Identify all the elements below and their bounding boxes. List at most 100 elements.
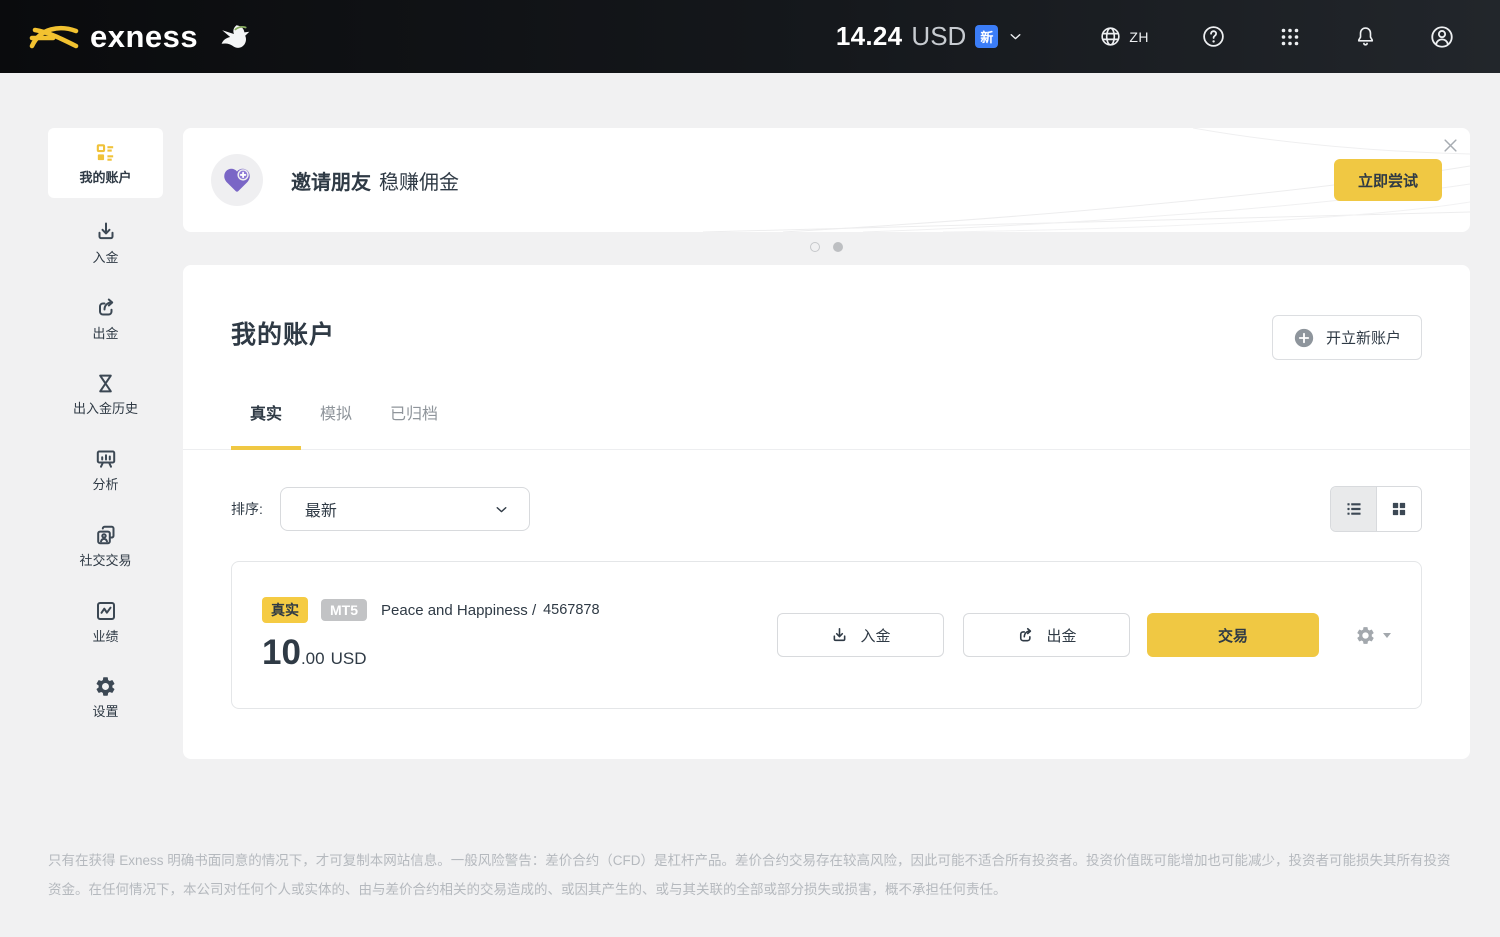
sidebar-item-label: 出金 [92,326,118,341]
withdraw-icon [94,296,118,320]
withdraw-button-label: 出金 [1046,625,1076,646]
help-button[interactable] [1201,24,1226,49]
language-label: ZH [1129,29,1149,45]
heart-plus-icon [220,163,254,197]
chevron-down-icon [1007,28,1024,45]
content-area: 我的账户 入金 出金 [0,73,1500,759]
sidebar-item-label: 入金 [92,250,118,265]
accounts-icon [94,141,117,164]
risk-disclaimer: 只有在获得 Exness 明确书面同意的情况下，才可复制本网站信息。一般风险警告… [48,846,1452,904]
carousel-dots [183,242,1470,252]
sidebar-item-withdraw[interactable]: 出金 [48,285,163,352]
sidebar-item-label: 设置 [92,704,118,719]
tab-demo[interactable]: 模拟 [301,400,371,449]
account-icon [1429,24,1455,50]
sidebar-item-deposit[interactable]: 入金 [48,209,163,276]
bell-icon [1354,25,1377,48]
sidebar-item-settings[interactable]: 设置 [48,664,163,730]
tab-archived[interactable]: 已归档 [371,400,457,449]
deposit-icon [830,626,849,645]
grid-view-icon [1390,500,1408,518]
account-name: Peace and Happiness / [381,602,536,619]
account-actions: 入金 出金 交易 [777,613,1391,657]
deposit-icon [94,220,118,244]
balance-major: 10 [262,633,301,672]
account-settings-button[interactable] [1355,625,1391,646]
sidebar-item-performance[interactable]: 业绩 [48,588,163,655]
promo-title-secondary: 稳赚佣金 [379,172,459,194]
sidebar-item-history[interactable]: 出入金历史 [48,361,163,427]
sort-value: 最新 [305,497,337,521]
list-view-icon [1345,500,1363,518]
balance-amount: 14.24 [836,21,903,52]
open-new-account-button[interactable]: 开立新账户 [1272,315,1422,360]
list-view-button[interactable] [1331,487,1376,531]
account-info: 真实 MT5 Peace and Happiness / 4567878 10.… [262,597,600,673]
sort-label: 排序: [231,499,263,519]
sidebar-item-label: 出入金历史 [73,401,138,416]
carousel-dot-2[interactable] [833,242,843,252]
try-now-button[interactable]: 立即尝试 [1334,159,1442,201]
apps-grid-icon [1278,25,1302,49]
account-balance: 10.00 USD [262,633,600,673]
performance-icon [94,599,118,623]
caret-down-icon [1383,633,1391,638]
new-badge: 新 [975,25,998,48]
sidebar-item-social-trading[interactable]: 社交交易 [48,512,163,579]
account-number: 4567878 [543,602,599,618]
sidebar-item-label: 我的账户 [79,170,131,185]
accounts-panel: 我的账户 开立新账户 真实 模拟 已归档 排序: [183,265,1470,759]
sidebar-item-analysis[interactable]: 分析 [48,436,163,503]
balance-currency: USD [911,21,966,52]
close-icon [1443,138,1458,153]
withdraw-icon [1016,626,1035,645]
history-icon [94,372,117,395]
tab-real[interactable]: 真实 [231,400,301,449]
plus-circle-icon [1293,327,1315,349]
apps-button[interactable] [1278,25,1302,49]
balance-minor: .00 [301,649,325,668]
settings-gear-icon [94,675,117,698]
carousel-dot-1[interactable] [810,242,820,252]
ex-monogram-icon [28,20,80,54]
real-badge: 真实 [262,597,308,623]
sidebar-item-label: 分析 [92,477,118,492]
promo-title-primary: 邀请朋友 [291,172,371,194]
social-trading-icon [94,523,118,547]
view-toggle [1330,486,1422,532]
sidebar: 我的账户 入金 出金 [48,128,163,759]
deposit-button-label: 入金 [860,625,890,646]
globe-icon [1099,25,1122,48]
deposit-button[interactable]: 入金 [777,613,944,657]
dove-icon [212,18,254,56]
trade-button[interactable]: 交易 [1147,613,1319,657]
app-header: exness 14.24 USD 新 ZH [0,0,1500,73]
account-tabs: 真实 模拟 已归档 [183,400,1470,450]
gear-icon [1355,625,1376,646]
logo-text: exness [90,19,198,55]
help-icon [1201,24,1226,49]
banner-close-button[interactable] [1440,135,1460,155]
promo-icon [211,154,263,206]
balance-dropdown[interactable]: 14.24 USD 新 [836,21,1024,52]
language-switcher[interactable]: ZH [1099,25,1149,48]
sidebar-item-label: 社交交易 [79,553,131,568]
open-new-account-label: 开立新账户 [1326,327,1401,348]
withdraw-button[interactable]: 出金 [963,613,1130,657]
promo-title: 邀请朋友稳赚佣金 [291,166,459,195]
chevron-down-icon [493,501,510,518]
grid-view-button[interactable] [1376,487,1421,531]
exness-logo[interactable]: exness [28,18,254,56]
main-column: 邀请朋友稳赚佣金 立即尝试 我的账户 [183,128,1470,759]
analysis-icon [94,447,118,471]
sidebar-item-my-accounts[interactable]: 我的账户 [48,128,163,198]
balance-currency: USD [331,649,367,668]
notifications-button[interactable] [1354,25,1377,48]
sidebar-item-label: 业绩 [92,629,118,644]
mt5-badge: MT5 [321,599,367,621]
promo-banner: 邀请朋友稳赚佣金 立即尝试 [183,128,1470,232]
account-card: 真实 MT5 Peace and Happiness / 4567878 10.… [231,561,1422,709]
page-title: 我的账户 [231,315,335,351]
sort-select[interactable]: 最新 [280,487,530,531]
account-button[interactable] [1429,24,1455,50]
